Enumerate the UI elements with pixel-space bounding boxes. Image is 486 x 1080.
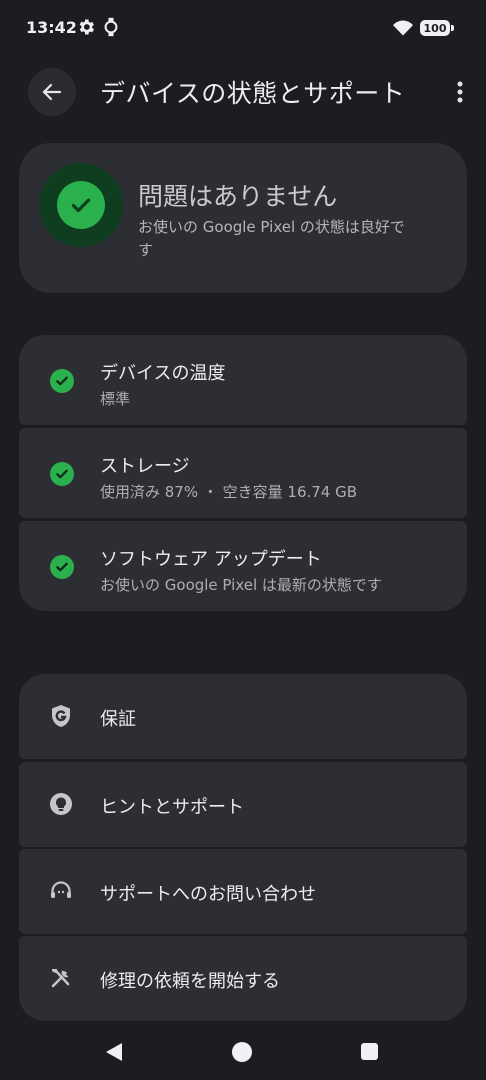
list-item-warranty[interactable]: 保証 xyxy=(19,674,467,759)
list-item-contact-support[interactable]: サポートへのお問い合わせ xyxy=(19,849,467,934)
check-circle-icon xyxy=(50,555,74,579)
status-subtitle: お使いの Google Pixel の状態は良好です xyxy=(138,218,405,259)
check-circle-icon xyxy=(57,181,105,229)
top-app-bar: デバイスの状態とサポート xyxy=(0,56,486,128)
google-shield-icon xyxy=(49,704,73,728)
list-item-storage[interactable]: ストレージ 使用済み 87% ・ 空き容量 16.74 GB xyxy=(19,428,467,518)
item-label: 保証 xyxy=(100,709,136,730)
item-title: ソフトウェア アップデート xyxy=(100,549,322,570)
list-item-start-repair[interactable]: 修理の依頼を開始する xyxy=(19,936,467,1021)
list-item-software-update[interactable]: ソフトウェア アップデート お使いの Google Pixel は最新の状態です xyxy=(19,521,467,611)
item-label: サポートへのお問い合わせ xyxy=(100,884,316,905)
lightbulb-icon xyxy=(49,792,73,816)
item-title: デバイスの温度 xyxy=(100,363,226,384)
status-summary-card[interactable]: 問題はありません お使いの Google Pixel の状態は良好です xyxy=(19,143,467,293)
gear-icon xyxy=(76,17,96,37)
battery-tip xyxy=(451,25,454,31)
status-time: 13:42 xyxy=(26,18,77,37)
list-item-tips-support[interactable]: ヒントとサポート xyxy=(19,762,467,847)
nav-back-icon[interactable] xyxy=(104,1042,124,1062)
item-label: 修理の依頼を開始する xyxy=(100,971,280,992)
status-badge xyxy=(39,163,123,247)
wifi-icon xyxy=(393,20,413,36)
more-options-button[interactable] xyxy=(446,76,474,108)
page-title: デバイスの状態とサポート xyxy=(100,79,406,108)
tools-icon xyxy=(49,966,73,990)
battery-icon: 100 xyxy=(420,20,450,36)
back-button[interactable] xyxy=(28,68,76,116)
nav-recents-button[interactable] xyxy=(361,1043,378,1060)
watch-icon xyxy=(101,17,121,37)
check-circle-icon xyxy=(50,369,74,393)
item-subtitle: 使用済み 87% ・ 空き容量 16.74 GB xyxy=(100,483,358,501)
item-label: ヒントとサポート xyxy=(100,797,244,818)
status-title: 問題はありません xyxy=(138,182,338,211)
navigation-bar xyxy=(0,1022,486,1080)
item-subtitle: 標準 xyxy=(100,390,131,408)
check-circle-icon xyxy=(50,462,74,486)
headset-icon xyxy=(49,879,73,903)
item-subtitle: お使いの Google Pixel は最新の状態です xyxy=(100,576,382,594)
list-item-device-temperature[interactable]: デバイスの温度 標準 xyxy=(19,335,467,425)
more-vert-icon xyxy=(457,81,463,103)
nav-home-button[interactable] xyxy=(232,1042,252,1062)
item-title: ストレージ xyxy=(100,456,190,477)
status-bar: 13:42 100 xyxy=(0,0,486,56)
arrow-left-icon xyxy=(42,83,62,101)
